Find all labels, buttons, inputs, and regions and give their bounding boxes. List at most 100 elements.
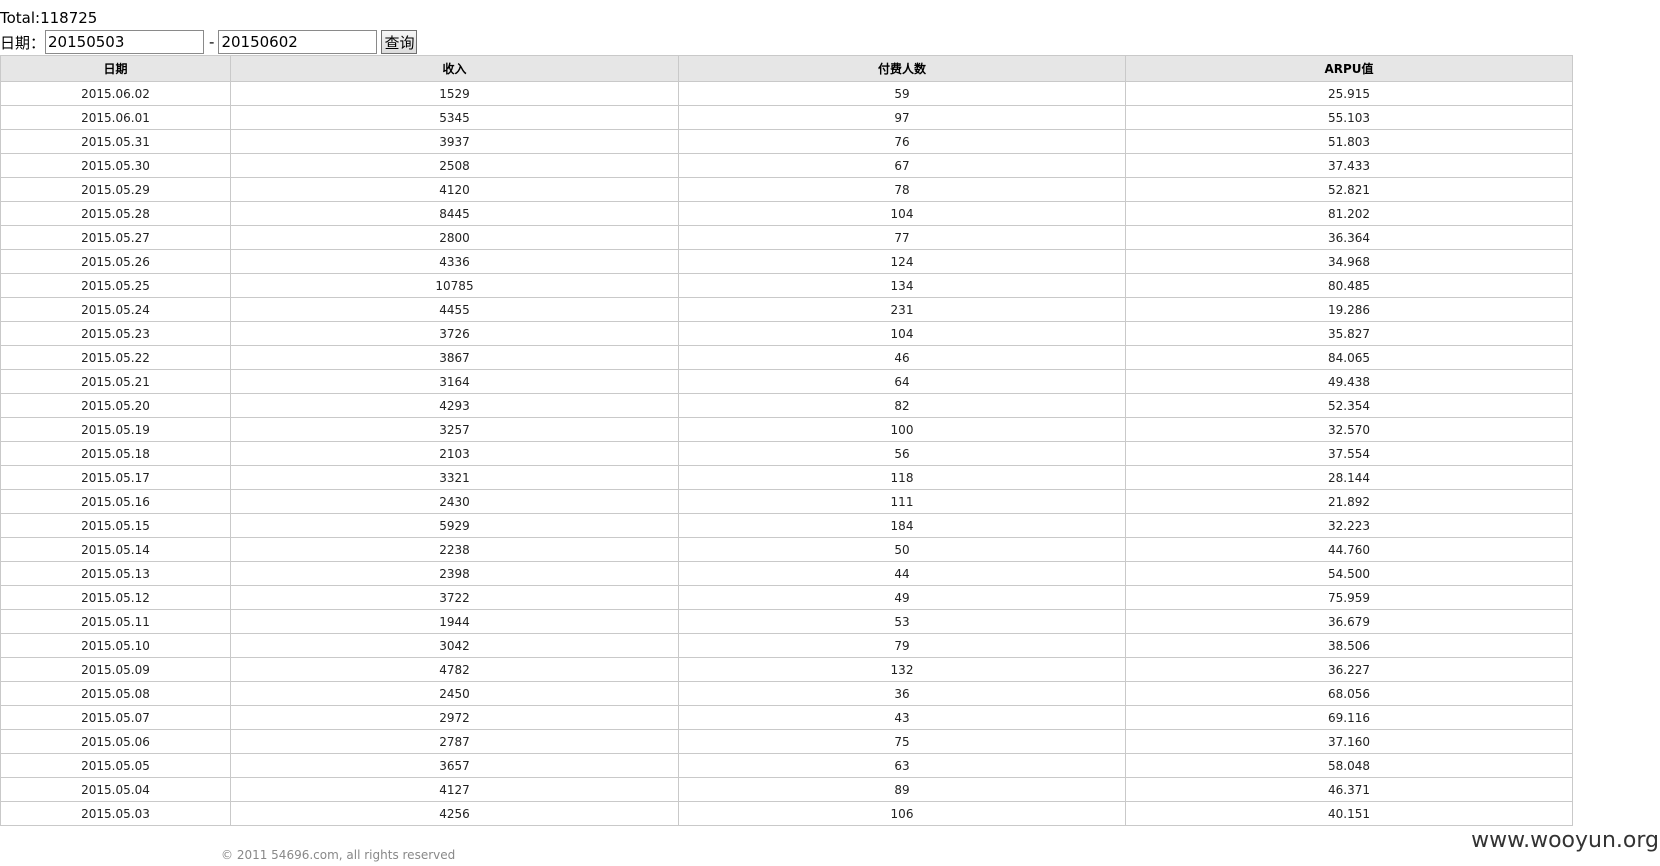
- start-date-input[interactable]: [45, 30, 205, 54]
- cell-payers: 63: [678, 753, 1126, 778]
- cell-revenue: 5345: [230, 105, 679, 130]
- cell-date: 2015.05.24: [0, 297, 231, 322]
- cell-date: 2015.05.14: [0, 537, 231, 562]
- cell-arpu: 52.354: [1125, 393, 1573, 418]
- cell-payers: 67: [678, 153, 1126, 178]
- cell-payers: 77: [678, 225, 1126, 250]
- cell-arpu: 32.223: [1125, 513, 1573, 538]
- cell-payers: 56: [678, 441, 1126, 466]
- cell-date: 2015.05.21: [0, 369, 231, 394]
- cell-revenue: 2787: [230, 729, 679, 754]
- cell-payers: 78: [678, 177, 1126, 202]
- table-row: 2015.05.20 4293 82 52.354: [0, 393, 1573, 418]
- cell-date: 2015.05.30: [0, 153, 231, 178]
- cell-date: 2015.05.08: [0, 681, 231, 706]
- table-row: 2015.06.01 5345 97 55.103: [0, 105, 1573, 130]
- cell-date: 2015.05.18: [0, 441, 231, 466]
- cell-payers: 53: [678, 609, 1126, 634]
- table-row: 2015.05.21 3164 64 49.438: [0, 369, 1573, 394]
- cell-payers: 111: [678, 489, 1126, 514]
- cell-revenue: 2508: [230, 153, 679, 178]
- cell-payers: 89: [678, 777, 1126, 802]
- cell-arpu: 34.968: [1125, 249, 1573, 274]
- cell-payers: 100: [678, 417, 1126, 442]
- table-row: 2015.05.10 3042 79 38.506: [0, 633, 1573, 658]
- copyright-footer: © 2011 54696.com, all rights reserved: [221, 848, 456, 862]
- cell-payers: 44: [678, 561, 1126, 586]
- cell-arpu: 49.438: [1125, 369, 1573, 394]
- cell-arpu: 80.485: [1125, 273, 1573, 298]
- cell-arpu: 36.679: [1125, 609, 1573, 634]
- cell-date: 2015.05.15: [0, 513, 231, 538]
- cell-revenue: 3937: [230, 129, 679, 154]
- cell-arpu: 75.959: [1125, 585, 1573, 610]
- cell-revenue: 10785: [230, 273, 679, 298]
- cell-revenue: 4455: [230, 297, 679, 322]
- cell-revenue: 4127: [230, 777, 679, 802]
- cell-revenue: 3042: [230, 633, 679, 658]
- cell-revenue: 3726: [230, 321, 679, 346]
- table-row: 2015.05.08 2450 36 68.056: [0, 681, 1573, 706]
- cell-payers: 124: [678, 249, 1126, 274]
- cell-arpu: 54.500: [1125, 561, 1573, 586]
- cell-revenue: 2398: [230, 561, 679, 586]
- cell-revenue: 4336: [230, 249, 679, 274]
- cell-arpu: 46.371: [1125, 777, 1573, 802]
- column-header-arpu: ARPU值: [1125, 55, 1573, 82]
- cell-date: 2015.05.16: [0, 489, 231, 514]
- date-filter: 日期： - 查询: [0, 30, 418, 54]
- cell-date: 2015.05.13: [0, 561, 231, 586]
- end-date-input[interactable]: [218, 30, 378, 54]
- cell-payers: 46: [678, 345, 1126, 370]
- table-row: 2015.05.23 3726 104 35.827: [0, 321, 1573, 346]
- cell-payers: 106: [678, 801, 1126, 826]
- cell-date: 2015.05.22: [0, 345, 231, 370]
- cell-arpu: 52.821: [1125, 177, 1573, 202]
- cell-arpu: 36.227: [1125, 657, 1573, 682]
- cell-revenue: 4120: [230, 177, 679, 202]
- table-row: 2015.05.11 1944 53 36.679: [0, 609, 1573, 634]
- cell-arpu: 68.056: [1125, 681, 1573, 706]
- cell-date: 2015.06.02: [0, 81, 231, 106]
- cell-date: 2015.05.26: [0, 249, 231, 274]
- cell-arpu: 84.065: [1125, 345, 1573, 370]
- cell-date: 2015.05.03: [0, 801, 231, 826]
- cell-payers: 134: [678, 273, 1126, 298]
- cell-date: 2015.05.29: [0, 177, 231, 202]
- cell-arpu: 37.160: [1125, 729, 1573, 754]
- cell-payers: 79: [678, 633, 1126, 658]
- query-button[interactable]: 查询: [381, 30, 418, 54]
- table-row: 2015.05.19 3257 100 32.570: [0, 417, 1573, 442]
- table-row: 2015.05.04 4127 89 46.371: [0, 777, 1573, 802]
- cell-revenue: 3321: [230, 465, 679, 490]
- table-body: 2015.06.02 1529 59 25.915 2015.06.01 5345 97 55…: [0, 81, 1573, 826]
- cell-arpu: 38.506: [1125, 633, 1573, 658]
- cell-payers: 104: [678, 321, 1126, 346]
- cell-revenue: 4293: [230, 393, 679, 418]
- table-row: 2015.05.07 2972 43 69.116: [0, 705, 1573, 730]
- cell-date: 2015.05.27: [0, 225, 231, 250]
- cell-payers: 231: [678, 297, 1126, 322]
- cell-revenue: 3722: [230, 585, 679, 610]
- table-row: 2015.05.28 8445 104 81.202: [0, 201, 1573, 226]
- table-row: 2015.05.05 3657 63 58.048: [0, 753, 1573, 778]
- cell-arpu: 32.570: [1125, 417, 1573, 442]
- cell-date: 2015.05.06: [0, 729, 231, 754]
- table-row: 2015.05.12 3722 49 75.959: [0, 585, 1573, 610]
- cell-revenue: 8445: [230, 201, 679, 226]
- cell-arpu: 37.433: [1125, 153, 1573, 178]
- cell-revenue: 3657: [230, 753, 679, 778]
- date-label: 日期：: [0, 33, 46, 52]
- cell-date: 2015.05.09: [0, 657, 231, 682]
- column-header-payers: 付费人数: [678, 55, 1126, 82]
- cell-date: 2015.05.04: [0, 777, 231, 802]
- cell-revenue: 2430: [230, 489, 679, 514]
- cell-payers: 36: [678, 681, 1126, 706]
- cell-revenue: 1529: [230, 81, 679, 106]
- total-count: Total:118725: [0, 9, 98, 27]
- cell-date: 2015.06.01: [0, 105, 231, 130]
- cell-arpu: 25.915: [1125, 81, 1573, 106]
- cell-arpu: 37.554: [1125, 441, 1573, 466]
- cell-revenue: 2450: [230, 681, 679, 706]
- table-row: 2015.05.15 5929 184 32.223: [0, 513, 1573, 538]
